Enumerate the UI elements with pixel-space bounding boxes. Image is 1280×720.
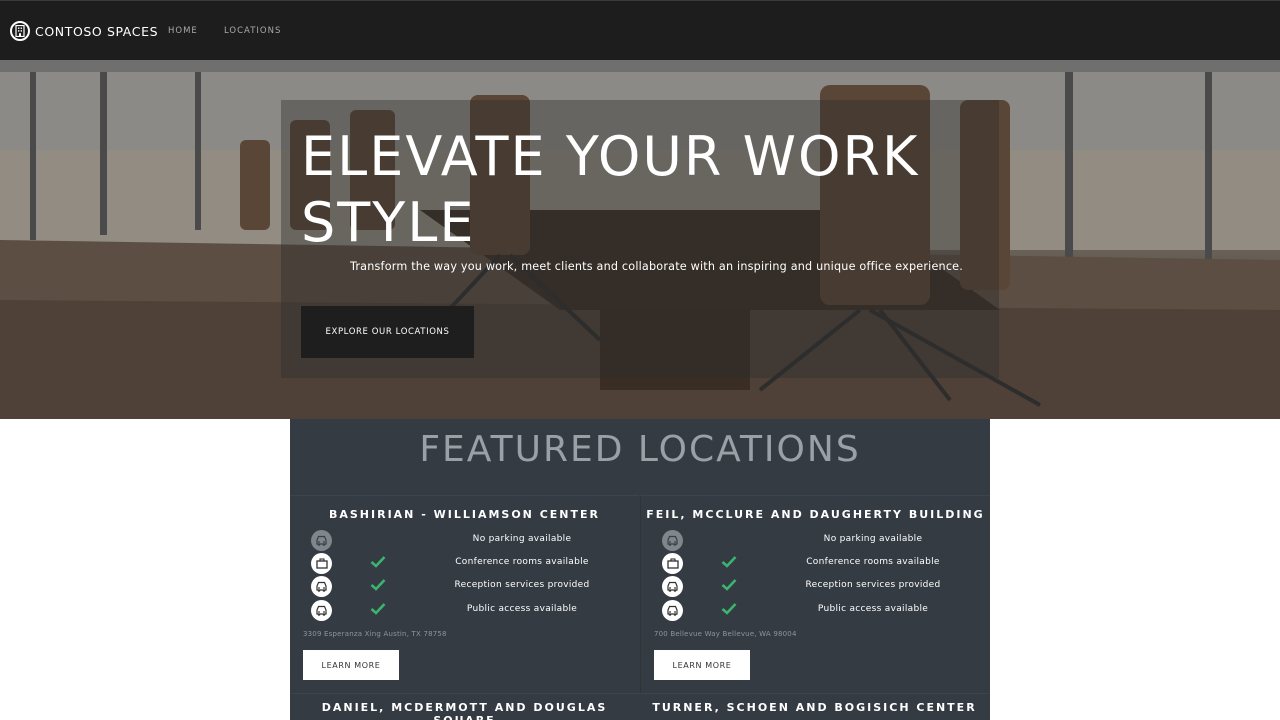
- briefcase-icon: [311, 553, 332, 574]
- hero-title: ELEVATE YOUR WORK STYLE: [301, 125, 920, 254]
- brand-link[interactable]: CONTOSO SPACES: [10, 19, 158, 43]
- location-name: TURNER, SCHOEN AND BOGISICH CENTER: [652, 701, 977, 714]
- amenity-row: Reception services provided: [290, 576, 639, 598]
- car-icon: [311, 530, 332, 551]
- car-icon: [311, 600, 332, 621]
- explore-locations-button[interactable]: EXPLORE OUR LOCATIONS: [301, 306, 474, 358]
- amenity-label: Public access available: [817, 604, 929, 614]
- hero-section: ELEVATE YOUR WORK STYLE Transform the wa…: [0, 60, 1280, 419]
- amenity-row: No parking available: [290, 530, 639, 552]
- nav-locations-link[interactable]: LOCATIONS: [224, 26, 281, 36]
- location-address: 3309 Esperanza Xing Austin, TX 78758: [303, 630, 447, 638]
- check-icon: [721, 603, 737, 615]
- featured-title: FEATURED LOCATIONS: [419, 429, 861, 470]
- amenity-label: Conference rooms available: [455, 557, 589, 567]
- top-navbar: CONTOSO SPACES HOME LOCATIONS: [0, 0, 1280, 60]
- row-divider: [290, 693, 990, 694]
- amenity-row: Conference rooms available: [290, 553, 639, 575]
- amenity-label: Public access available: [466, 604, 578, 614]
- amenity-row: Public access available: [290, 600, 639, 622]
- building-icon: [10, 21, 30, 41]
- amenity-row: Public access available: [641, 600, 990, 622]
- amenity-label: Conference rooms available: [806, 557, 940, 567]
- car-icon: [311, 576, 332, 597]
- amenity-label: No parking available: [823, 534, 923, 544]
- amenity-row: Reception services provided: [641, 576, 990, 598]
- location-name: FEIL, MCCLURE AND DAUGHERTY BUILDING: [646, 508, 985, 521]
- check-icon: [370, 603, 386, 615]
- check-icon: [370, 556, 386, 568]
- learn-more-button[interactable]: LEARN MORE: [303, 650, 399, 680]
- amenity-label: Reception services provided: [454, 580, 590, 590]
- location-name: BASHIRIAN - WILLIAMSON CENTER: [328, 508, 600, 521]
- location-card: BASHIRIAN - WILLIAMSON CENTER No parking…: [290, 495, 639, 694]
- amenity-label: Reception services provided: [805, 580, 941, 590]
- location-address: 700 Bellevue Way Bellevue, WA 98004: [654, 630, 797, 638]
- amenity-row: Conference rooms available: [641, 553, 990, 575]
- brand-name: CONTOSO SPACES: [35, 23, 159, 39]
- check-icon: [370, 579, 386, 591]
- location-name: DANIEL, MCDERMOTT AND DOUGLAS SQUARE: [321, 701, 608, 720]
- car-icon: [662, 530, 683, 551]
- amenity-label: No parking available: [472, 534, 572, 544]
- car-icon: [662, 600, 683, 621]
- hero-subtitle: Transform the way you work, meet clients…: [350, 260, 964, 273]
- briefcase-icon: [662, 553, 683, 574]
- amenity-row: No parking available: [641, 530, 990, 552]
- car-icon: [662, 576, 683, 597]
- featured-locations-section: FEATURED LOCATIONS BASHIRIAN - WILLIAMSO…: [290, 419, 990, 720]
- learn-more-button[interactable]: LEARN MORE: [654, 650, 750, 680]
- check-icon: [721, 579, 737, 591]
- check-icon: [721, 556, 737, 568]
- nav-home-link[interactable]: HOME: [168, 26, 198, 36]
- location-card: FEIL, MCCLURE AND DAUGHERTY BUILDING No …: [640, 495, 990, 694]
